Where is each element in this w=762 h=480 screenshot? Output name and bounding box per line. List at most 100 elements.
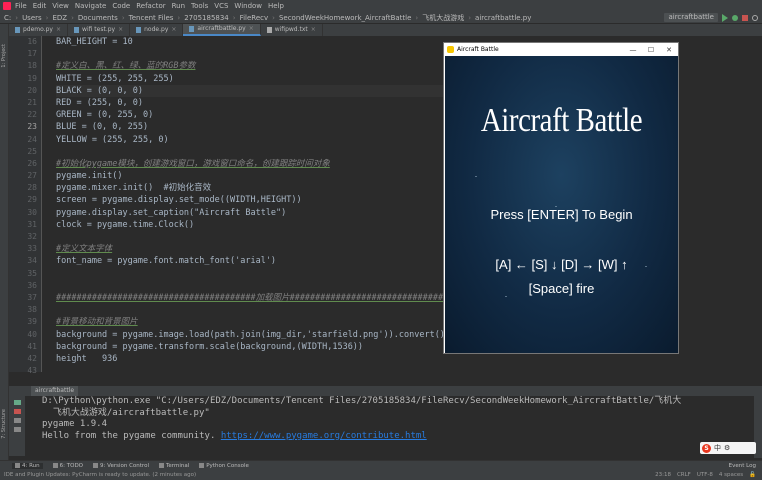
code-line[interactable]: pygame.mixer.init() #初始化音效 <box>56 182 456 194</box>
game-window[interactable]: Aircraft Battle — ☐ ✕ Aircraft Battle Pr… <box>443 42 679 354</box>
caret-position[interactable]: 23:18 <box>655 472 671 478</box>
breadcrumb-item[interactable]: FileRecv <box>240 14 269 22</box>
breadcrumb-item[interactable]: Users <box>22 14 42 22</box>
code-comment[interactable]: #######################################加… <box>56 292 456 304</box>
menu-view[interactable]: View <box>52 2 69 10</box>
run-tab[interactable]: aircraftbattle <box>31 386 79 396</box>
debug-icon[interactable] <box>732 14 738 21</box>
breadcrumb-item[interactable]: Tencent Files <box>129 14 174 22</box>
menu-refactor[interactable]: Refactor <box>136 2 165 10</box>
menu-vcs[interactable]: VCS <box>214 2 228 10</box>
ime-toolbar[interactable]: S 中 ⚙ <box>700 442 756 454</box>
code-line[interactable] <box>56 280 456 292</box>
breadcrumb-item[interactable]: Documents <box>78 14 118 22</box>
code-line[interactable]: clock = pygame.time.Clock() <box>56 219 456 231</box>
code-line[interactable] <box>56 304 456 316</box>
menu-edit[interactable]: Edit <box>33 2 47 10</box>
breadcrumb-separator: › <box>272 13 275 22</box>
tool-todo[interactable]: 6: TODO <box>52 463 83 469</box>
maximize-icon[interactable]: ☐ <box>642 46 660 54</box>
menu-tools[interactable]: Tools <box>191 2 208 10</box>
breadcrumb-separator: › <box>415 13 419 22</box>
code-editor[interactable]: BAR_HEIGHT = 10 #定义白、黑、红、绿、蓝的RGB参数 WHITE… <box>56 36 456 372</box>
tab-aircraftbattle[interactable]: aircraftbattle.py × <box>183 23 261 36</box>
code-line[interactable]: pygame.init() <box>56 170 456 182</box>
code-line[interactable]: background = pygame.image.load(path.join… <box>56 329 456 341</box>
tab-wifi-test[interactable]: wifi test.py × <box>68 24 131 36</box>
lock-icon[interactable]: 🔓 <box>749 472 756 478</box>
breadcrumb-item[interactable]: aircraftbattle.py <box>475 14 531 22</box>
stop-icon[interactable] <box>742 14 748 21</box>
code-line[interactable]: font_name = pygame.font.match_font('aria… <box>56 255 456 267</box>
code-comment[interactable]: #初始化pygame模块，创建游戏窗口，游戏窗口命名，创建跟踪时间对象 <box>56 158 456 170</box>
close-icon[interactable]: ✕ <box>660 46 678 54</box>
project-tool-tab[interactable]: 1: Project <box>1 44 7 68</box>
tab-node[interactable]: node.py × <box>130 24 184 36</box>
tool-terminal[interactable]: Terminal <box>158 463 189 469</box>
game-canvas[interactable]: Aircraft Battle Press [ENTER] To Begin [… <box>445 56 678 353</box>
pygame-contribute-link[interactable]: https://www.pygame.org/contribute.html <box>221 431 427 441</box>
code-comment[interactable]: #背景移动和背景图片 <box>56 316 456 328</box>
menu-help[interactable]: Help <box>268 2 284 10</box>
code-line[interactable] <box>56 48 456 60</box>
tab-pdemo[interactable]: pdemo.py × <box>9 24 69 36</box>
code-line[interactable]: BAR_HEIGHT = 10 <box>56 36 456 48</box>
minimize-icon[interactable]: — <box>624 46 642 54</box>
run-configuration-selector[interactable]: aircraftbattle <box>664 13 718 22</box>
close-icon[interactable]: × <box>171 24 176 36</box>
code-line[interactable] <box>56 146 456 158</box>
code-line[interactable]: BLUE = (0, 0, 255) <box>56 121 456 133</box>
code-line[interactable]: pygame.display.set_caption("Aircraft Bat… <box>56 207 456 219</box>
menu-run[interactable]: Run <box>172 2 185 10</box>
code-line[interactable]: GREEN = (0, 255, 0) <box>56 109 456 121</box>
status-message[interactable]: IDE and Plugin Updates: PyCharm is ready… <box>4 472 196 478</box>
ime-mode-label[interactable]: 中 <box>714 443 721 453</box>
breadcrumb-item[interactable]: EDZ <box>52 14 67 22</box>
breadcrumb-item[interactable]: C: <box>4 14 11 22</box>
search-icon[interactable] <box>752 14 758 21</box>
tab-label: node.py <box>144 26 169 33</box>
ime-settings-icon[interactable]: ⚙ <box>724 444 730 452</box>
code-line[interactable] <box>56 365 456 372</box>
run-console[interactable]: D:\Python\python.exe "C:/Users/EDZ/Docum… <box>42 396 742 458</box>
menu-code[interactable]: Code <box>112 2 130 10</box>
tool-run[interactable]: 4: Run <box>12 462 43 469</box>
tool-python-console[interactable]: Python Console <box>199 463 249 469</box>
sogou-ime-icon: S <box>702 443 711 453</box>
code-line[interactable]: screen = pygame.display.set_mode((WIDTH,… <box>56 194 456 206</box>
menu-file[interactable]: File <box>15 2 27 10</box>
game-window-titlebar[interactable]: Aircraft Battle — ☐ ✕ <box>444 43 678 56</box>
code-comment[interactable]: #定义文本字体 <box>56 243 456 255</box>
line-separator[interactable]: CRLF <box>677 472 691 478</box>
code-comment[interactable]: #定义白、黑、红、绿、蓝的RGB参数 <box>56 60 456 72</box>
file-encoding[interactable]: UTF-8 <box>697 472 713 478</box>
stop-icon[interactable] <box>13 409 21 414</box>
menu-navigate[interactable]: Navigate <box>75 2 106 10</box>
menu-window[interactable]: Window <box>234 2 262 10</box>
settings-icon[interactable] <box>13 427 21 432</box>
event-log-button[interactable]: Event Log <box>729 463 756 469</box>
tool-version-control[interactable]: 9: Version Control <box>93 463 149 469</box>
rerun-icon[interactable] <box>13 400 21 405</box>
breadcrumb-item[interactable]: 2705185834 <box>184 14 229 22</box>
code-line[interactable]: RED = (255, 0, 0) <box>56 97 456 109</box>
close-icon[interactable]: × <box>249 23 254 35</box>
breadcrumb-item[interactable]: 飞机大战游戏 <box>422 13 464 23</box>
code-line-current[interactable]: BLACK = (0, 0, 0) <box>56 84 456 97</box>
code-line[interactable] <box>56 231 456 243</box>
code-line[interactable]: background = pygame.transform.scale(back… <box>56 341 456 353</box>
run-icon[interactable] <box>722 13 728 22</box>
code-line[interactable]: YELLOW = (255, 255, 0) <box>56 134 456 146</box>
structure-tool-tab[interactable]: 7: Structure <box>1 409 7 439</box>
code-line[interactable] <box>56 268 456 280</box>
pin-icon[interactable] <box>13 418 21 423</box>
close-icon[interactable]: × <box>118 24 123 36</box>
indent-setting[interactable]: 4 spaces <box>719 472 743 478</box>
line-number: 32 <box>27 232 37 241</box>
tab-wifipwd[interactable]: wifipwd.txt × <box>261 24 323 36</box>
code-line[interactable]: height 936 <box>56 353 456 365</box>
close-icon[interactable]: × <box>311 24 316 36</box>
code-line[interactable]: WHITE = (255, 255, 255) <box>56 73 456 85</box>
close-icon[interactable]: × <box>56 24 61 36</box>
breadcrumb-item[interactable]: SecondWeekHomework_AircraftBattle <box>279 14 411 22</box>
